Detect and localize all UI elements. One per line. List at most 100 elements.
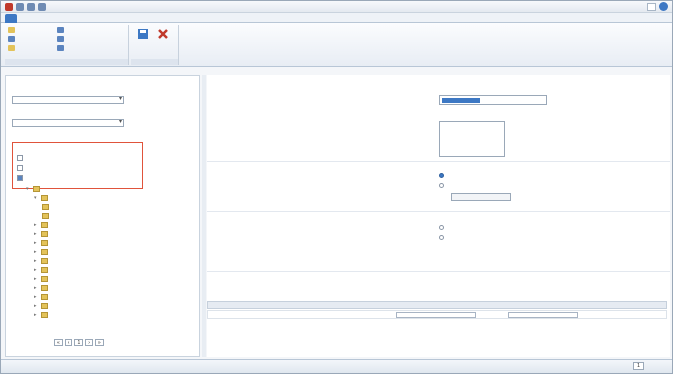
tree-node[interactable]: ▸ <box>34 222 50 228</box>
checkbox-icon[interactable] <box>17 155 23 161</box>
description-textarea[interactable] <box>439 121 505 157</box>
pane-splitter[interactable] <box>202 75 206 357</box>
grid-speed-select[interactable] <box>508 312 578 318</box>
option-3[interactable] <box>17 175 26 181</box>
section2-radio-1[interactable] <box>439 173 447 178</box>
expand-icon[interactable]: ▸ <box>34 285 39 291</box>
undo-icon[interactable] <box>27 3 35 11</box>
collapse-icon[interactable]: ▾ <box>34 195 39 201</box>
radio-icon[interactable] <box>439 183 444 188</box>
tree-node[interactable]: ▾ <box>26 186 42 192</box>
name-input[interactable] <box>439 95 547 105</box>
collapse-icon[interactable]: ▾ <box>26 186 31 192</box>
title-bar <box>1 1 672 13</box>
radio-icon[interactable] <box>439 235 444 240</box>
expand-icon[interactable]: ▸ <box>34 258 39 264</box>
section3-radio-1[interactable] <box>439 225 447 230</box>
ribbon-item-2[interactable] <box>8 36 17 42</box>
folder-icon <box>41 267 48 273</box>
ribbon-item-5[interactable] <box>57 36 66 42</box>
detail-pane <box>207 75 670 357</box>
quick-access-toolbar <box>5 3 46 11</box>
folder-icon <box>41 276 48 282</box>
folder-icon <box>41 231 48 237</box>
tree-node[interactable]: ▸ <box>34 240 50 246</box>
section3-radio-2[interactable] <box>439 235 447 240</box>
divider <box>207 211 670 212</box>
grid-icon <box>57 45 64 51</box>
tab-4[interactable] <box>131 14 143 23</box>
app-window: ▾ ▾ ▸ ▸ ▸ ▸ ▸ ▸ ▸ ▸ ▸ ▸ ▸ « ‹ 1 › » <box>0 0 673 374</box>
save-button[interactable] <box>135 28 151 58</box>
tab-1[interactable] <box>5 14 17 23</box>
expand-icon[interactable]: ▸ <box>34 267 39 273</box>
table-row[interactable] <box>207 310 667 319</box>
name-selection <box>442 98 480 103</box>
folder-icon <box>41 258 48 264</box>
section2-radio-2[interactable] <box>439 183 447 188</box>
next-page-button[interactable]: › <box>85 339 93 346</box>
tree-node[interactable]: ▸ <box>34 258 50 264</box>
status-page[interactable]: 1 <box>632 362 644 370</box>
tab-5[interactable] <box>171 14 183 23</box>
tab-2[interactable] <box>35 14 47 23</box>
folder-icon <box>41 222 48 228</box>
grid-prefix-select[interactable] <box>396 312 476 318</box>
help-icon[interactable] <box>659 2 668 11</box>
save-icon[interactable] <box>16 3 24 11</box>
tree-node[interactable]: ▸ <box>34 285 50 291</box>
tab-3[interactable] <box>89 14 101 23</box>
list-icon <box>8 36 15 42</box>
close-button[interactable] <box>155 28 171 58</box>
expand-icon[interactable]: ▸ <box>34 276 39 282</box>
expand-icon[interactable]: ▸ <box>34 294 39 300</box>
page-number-input[interactable]: 1 <box>74 339 84 346</box>
tree-node[interactable]: ▸ <box>34 249 50 255</box>
first-page-button[interactable]: « <box>54 339 63 346</box>
ribbon-item-1[interactable] <box>8 27 17 33</box>
expand-icon[interactable]: ▸ <box>34 231 39 237</box>
ribbon-group-label <box>131 59 178 65</box>
minimize-icon[interactable] <box>647 2 656 11</box>
checkbox-icon[interactable] <box>17 165 23 171</box>
ribbon-group-actions <box>131 25 179 65</box>
field2-combo[interactable] <box>12 119 124 127</box>
folder-icon <box>41 312 48 318</box>
radio-icon[interactable] <box>439 225 444 230</box>
expand-icon[interactable]: ▸ <box>34 303 39 309</box>
left-pane: ▾ ▾ ▸ ▸ ▸ ▸ ▸ ▸ ▸ ▸ ▸ ▸ ▸ « ‹ 1 › » <box>5 75 200 357</box>
radio-selected-icon[interactable] <box>439 173 444 178</box>
option-1[interactable] <box>17 155 26 161</box>
field1-combo[interactable] <box>12 96 124 104</box>
options-highlight-box <box>12 142 143 189</box>
expand-icon[interactable]: ▸ <box>34 249 39 255</box>
ribbon-item-3[interactable] <box>8 45 17 51</box>
save-icon <box>138 29 148 39</box>
tree-node[interactable]: ▸ <box>34 267 50 273</box>
ribbon-item-6[interactable] <box>57 45 66 51</box>
tree-node[interactable] <box>42 213 51 219</box>
tree-node[interactable]: ▾ <box>34 195 50 201</box>
tree-node[interactable]: ▸ <box>34 294 50 300</box>
close-icon <box>158 29 168 39</box>
last-page-button[interactable]: » <box>94 339 104 346</box>
ribbon-item-4[interactable] <box>57 27 66 33</box>
tree-node[interactable]: ▸ <box>34 276 50 282</box>
expand-icon[interactable]: ▸ <box>34 240 39 246</box>
prev-page-button[interactable]: ‹ <box>64 339 73 346</box>
section2-disabled-field <box>451 193 511 201</box>
app-menu-icon[interactable] <box>5 3 13 11</box>
expand-icon[interactable]: ▸ <box>34 312 39 318</box>
option-2[interactable] <box>17 165 26 171</box>
window-controls <box>638 2 668 11</box>
tree-node[interactable]: ▸ <box>34 312 50 318</box>
folder-icon <box>41 294 48 300</box>
tree-node[interactable] <box>42 204 51 210</box>
redo-icon[interactable] <box>38 3 46 11</box>
folder-icon <box>33 186 40 192</box>
expand-icon[interactable]: ▸ <box>34 222 39 228</box>
folder-icon <box>42 213 49 219</box>
tree-node[interactable]: ▸ <box>34 303 50 309</box>
checkbox-checked-icon[interactable] <box>17 175 23 181</box>
tree-node[interactable]: ▸ <box>34 231 50 237</box>
